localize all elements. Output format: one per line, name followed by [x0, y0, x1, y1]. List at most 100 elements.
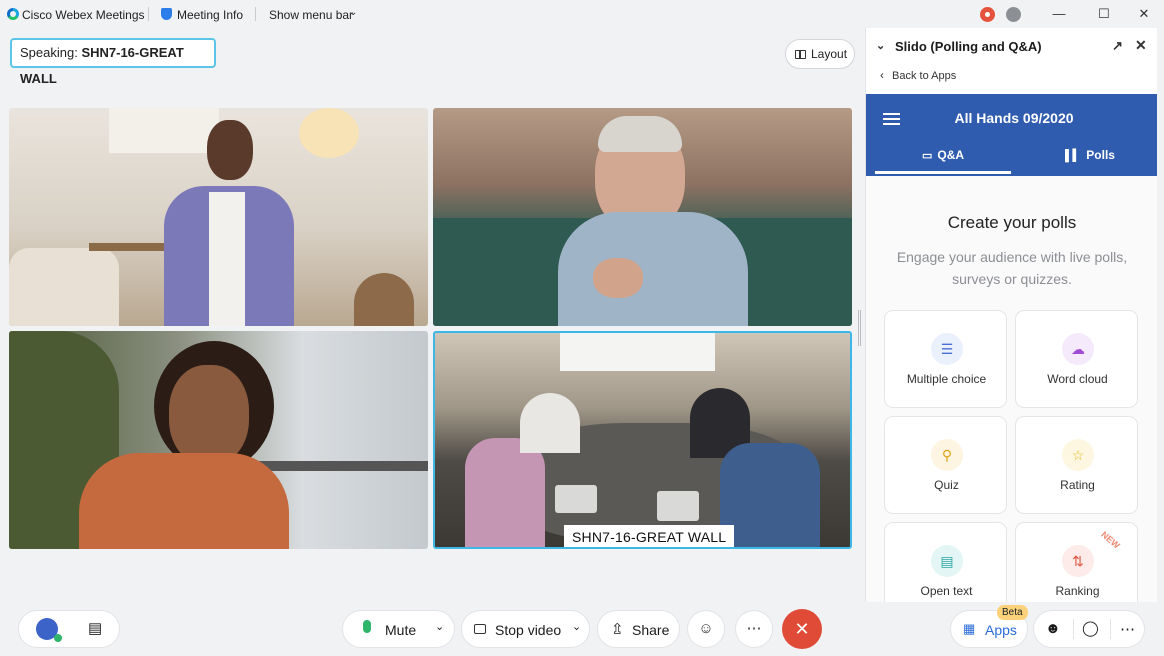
ranking-arrows-icon: ⇅ — [1062, 545, 1094, 577]
reactions-button[interactable]: ☺ — [687, 610, 725, 648]
card-label: Word cloud — [1047, 372, 1108, 386]
cloud-icon: ☁ — [1062, 333, 1094, 365]
card-label: Rating — [1060, 478, 1095, 492]
chat-icon[interactable]: ◯ — [1082, 619, 1099, 637]
card-label: Open text — [920, 584, 973, 598]
end-call-button[interactable]: ✕ — [782, 609, 822, 649]
create-polls-subtitle: Engage your audience with live polls, su… — [896, 249, 1128, 287]
more-options-button[interactable]: ⋯ — [735, 610, 773, 648]
meeting-info-button[interactable]: Meeting Info — [177, 8, 243, 22]
person-shirt — [79, 453, 289, 549]
tab-qa-label: Q&A — [937, 148, 965, 162]
status-dot — [54, 634, 62, 642]
stop-video-label: Stop video — [495, 622, 562, 638]
speech-bubble-icon: ▤ — [931, 545, 963, 577]
trophy-icon: ⚲ — [931, 439, 963, 471]
person-2 — [520, 393, 580, 453]
video-tile-3[interactable] — [9, 331, 428, 549]
microphone-icon — [363, 620, 371, 633]
video-tile-4-active[interactable]: SHN7-16-GREAT WALL — [433, 331, 852, 549]
layout-button[interactable]: Layout — [785, 39, 855, 69]
slido-header: All Hands 09/2020 ▭ Q&A ▌▍ Polls — [866, 94, 1157, 176]
desk — [259, 461, 428, 471]
back-to-apps-link[interactable]: ‹ Back to Apps — [880, 68, 956, 82]
speaking-indicator: Speaking: SHN7-16-GREAT WALL — [10, 38, 216, 86]
divider — [1110, 619, 1111, 639]
divider — [148, 7, 149, 21]
video-tile-2[interactable] — [433, 108, 852, 326]
share-button[interactable]: ⇫ Share — [597, 610, 680, 648]
webex-logo-icon — [7, 8, 19, 20]
active-tab-underline — [875, 171, 1011, 174]
pendant-lamp — [299, 108, 359, 158]
bar-chart-icon: ▌▍ — [1065, 150, 1082, 162]
person-shirt — [558, 212, 748, 326]
show-menu-bar-button[interactable]: Show menu bar — [269, 8, 353, 22]
list-icon: ☰ — [931, 333, 963, 365]
new-badge: NEW — [1099, 529, 1122, 551]
apps-label: Apps — [985, 622, 1017, 638]
poll-card-multiple-choice[interactable]: ☰ Multiple choice — [884, 310, 1007, 408]
chat-bubbles-icon: ▭ — [921, 150, 933, 162]
tab-polls[interactable]: ▌▍ Polls — [1022, 148, 1157, 162]
app-title: Cisco Webex Meetings — [22, 8, 145, 22]
back-label: Back to Apps — [892, 70, 957, 82]
mute-label: Mute — [385, 622, 417, 638]
title-bar: Cisco Webex Meetings Meeting Info Show m… — [0, 0, 1164, 28]
shield-icon[interactable] — [161, 8, 172, 20]
star-icon: ☆ — [1062, 439, 1094, 471]
layout-icon — [795, 50, 806, 59]
mute-button[interactable]: Mute ⌄ — [342, 610, 455, 648]
right-controls: ☻ ◯ ⋯ — [1033, 610, 1145, 648]
person-1 — [465, 438, 545, 547]
camera-icon — [474, 624, 486, 634]
share-label: Share — [632, 622, 670, 638]
assistant-pill: ▤ — [18, 610, 120, 648]
speaking-prefix: Speaking: — [20, 45, 82, 60]
layout-label: Layout — [811, 47, 848, 61]
slido-panel: ⌄ Slido (Polling and Q&A) ↗ ✕ ‹ Back to A… — [865, 28, 1157, 602]
card-label: Quiz — [934, 478, 959, 492]
divider — [1073, 619, 1074, 639]
panel-header: ⌄ Slido (Polling and Q&A) ↗ ✕ — [866, 28, 1157, 66]
poll-card-ranking[interactable]: NEW ⇅ Ranking — [1015, 522, 1138, 602]
video-tile-1[interactable] — [9, 108, 428, 326]
card-label: Multiple choice — [906, 372, 987, 386]
closed-captions-icon[interactable]: ▤ — [88, 619, 102, 637]
minimize-icon[interactable]: — — [1044, 4, 1074, 24]
divider — [255, 7, 256, 21]
person-shirt — [209, 192, 245, 326]
apps-grid-icon: ▦ — [963, 621, 976, 636]
close-panel-icon[interactable]: ✕ — [1135, 37, 1147, 54]
ellipsis-icon: ⋯ — [746, 620, 762, 637]
desk — [89, 243, 169, 251]
poll-card-open-text[interactable]: ▤ Open text — [884, 522, 1007, 602]
poll-card-word-cloud[interactable]: ☁ Word cloud — [1015, 310, 1138, 408]
chevron-down-icon[interactable]: ⌄ — [349, 7, 357, 18]
panel-resize-handle[interactable] — [858, 310, 861, 346]
person-head — [207, 120, 253, 180]
participant-name-tag: SHN7-16-GREAT WALL — [564, 525, 735, 547]
person-hair — [598, 116, 682, 152]
poll-card-rating[interactable]: ☆ Rating — [1015, 416, 1138, 514]
tab-polls-label: Polls — [1086, 148, 1115, 162]
close-icon: ✕ — [794, 619, 810, 639]
participants-icon[interactable]: ☻ — [1045, 620, 1061, 637]
collapse-chevron-icon[interactable]: ⌄ — [876, 39, 885, 52]
screen — [560, 333, 715, 371]
sofa — [9, 248, 119, 326]
poll-card-quiz[interactable]: ⚲ Quiz — [884, 416, 1007, 514]
person-4 — [720, 443, 820, 547]
more-icon[interactable]: ⋯ — [1120, 620, 1135, 638]
pop-out-icon[interactable]: ↗ — [1112, 38, 1123, 54]
maximize-icon[interactable]: ☐ — [1089, 4, 1119, 24]
chevron-down-icon[interactable]: ⌄ — [435, 620, 444, 633]
annotate-icon[interactable] — [1006, 7, 1021, 22]
laptop — [657, 491, 699, 521]
stop-video-button[interactable]: Stop video ⌄ — [461, 610, 590, 648]
tab-qa[interactable]: ▭ Q&A — [875, 148, 1011, 162]
recording-icon[interactable] — [980, 7, 995, 22]
close-window-icon[interactable]: ✕ — [1129, 4, 1159, 24]
chevron-down-icon[interactable]: ⌄ — [572, 620, 581, 633]
panel-title: Slido (Polling and Q&A) — [895, 39, 1042, 54]
